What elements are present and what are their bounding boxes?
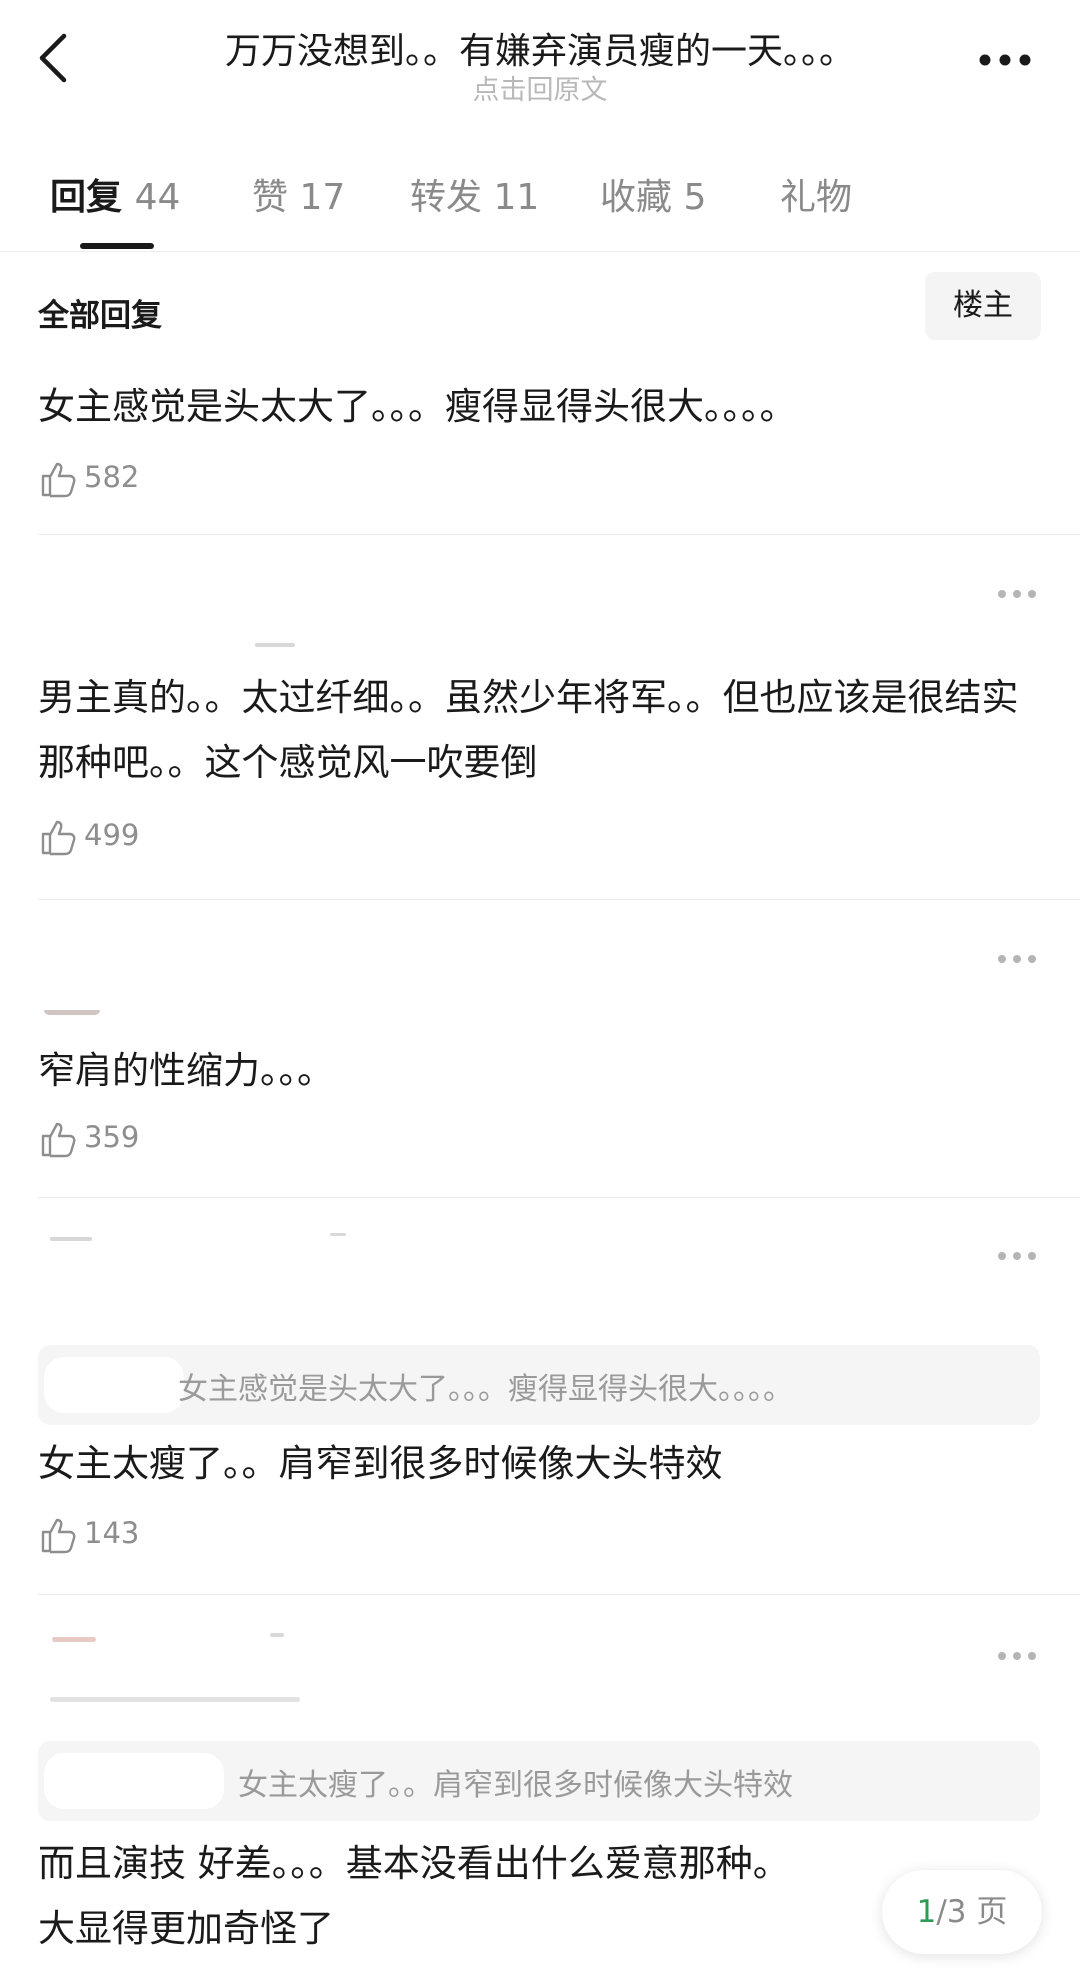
- thumbs-up-icon: [41, 1122, 76, 1158]
- comment-more-button[interactable]: [998, 952, 1038, 966]
- comment-divider: [38, 1594, 1080, 1595]
- page-indicator[interactable]: 1/3 页: [882, 1870, 1042, 1954]
- tab-reposts-label: 转发: [410, 177, 483, 218]
- comment-text: 女主太瘦了。。肩窄到很多时候像大头特效: [38, 1442, 723, 1485]
- current-page: 1: [916, 1894, 937, 1930]
- tab-likes-label: 赞: [252, 177, 289, 218]
- tab-favorites-label: 收藏: [600, 177, 673, 218]
- tab-bar: 回复 44 赞 17 转发 11 收藏 5 礼物: [0, 160, 1080, 252]
- blurred-username: [255, 643, 295, 647]
- back-to-original-link[interactable]: 点击回原文: [380, 68, 700, 107]
- tab-reposts-count: 11: [493, 177, 540, 218]
- more-icon: [979, 54, 1031, 66]
- blurred-username: [270, 1633, 284, 1637]
- thumbs-up-icon: [41, 462, 76, 498]
- comment-text-line: 而且演技 好差。。。基本没看出什么爱意那种。: [38, 1842, 790, 1885]
- all-replies-label: 全部回复: [38, 298, 162, 334]
- tab-reposts[interactable]: 转发 11: [410, 168, 539, 220]
- tab-replies-count: 44: [134, 177, 181, 218]
- tab-gifts[interactable]: 礼物: [780, 168, 852, 220]
- comment-more-button[interactable]: [998, 1649, 1038, 1663]
- blurred-quote-author: [44, 1357, 184, 1413]
- comment-item: 窄肩的性缩力。。。 359: [0, 900, 1080, 1198]
- back-arrow-icon: [39, 33, 67, 83]
- reply-filter-bar: 全部回复 楼主: [0, 272, 1080, 344]
- comment-text: 窄肩的性缩力。。。: [38, 1049, 334, 1092]
- top-bar: 万万没想到。。有嫌弃演员瘦的一天。。。 点击回原文: [0, 0, 1080, 120]
- quoted-text: 女主太瘦了。。肩窄到很多时候像大头特效: [238, 1768, 793, 1803]
- active-tab-indicator: [80, 243, 154, 249]
- back-button[interactable]: [34, 30, 84, 90]
- like-count: 582: [84, 460, 140, 494]
- comment-item: 男主真的。。太过纤细。。虽然少年将军。。但也应该是很结实那种吧。。这个感觉风一吹…: [0, 535, 1080, 900]
- quoted-reply[interactable]: 女主太瘦了。。肩窄到很多时候像大头特效: [38, 1741, 1040, 1821]
- tab-gifts-label: 礼物: [780, 177, 853, 218]
- thumbs-up-icon: [41, 820, 76, 856]
- more-button[interactable]: [975, 45, 1035, 75]
- quoted-reply[interactable]: 女主感觉是头太大了。。。瘦得显得头很大。。。。: [38, 1345, 1040, 1425]
- comment-more-button[interactable]: [998, 1249, 1038, 1263]
- comment-more-button[interactable]: [998, 587, 1038, 601]
- blurred-avatar: [52, 1637, 96, 1642]
- like-count: 143: [84, 1516, 140, 1550]
- comment-text-line: 大显得更加奇怪了: [38, 1907, 334, 1950]
- comment-text: 而且演技 好差。。。基本没看出什么爱意那种。 大显得更加奇怪了: [38, 1831, 1028, 1961]
- tab-favorites-count: 5: [683, 177, 707, 218]
- blurred-quote-author: [44, 1753, 224, 1809]
- comment-item: 女主感觉是头太大了。。。瘦得显得头很大。。。。 582: [0, 370, 1080, 535]
- tab-favorites[interactable]: 收藏 5: [600, 168, 706, 220]
- thumbs-up-icon: [41, 1518, 76, 1554]
- comment-text: 男主真的。。太过纤细。。虽然少年将军。。但也应该是很结实那种吧。。这个感觉风一吹…: [38, 676, 1019, 784]
- tab-likes-count: 17: [299, 177, 346, 218]
- blurred-meta: [50, 1697, 300, 1702]
- comment-item: 女主感觉是头太大了。。。瘦得显得头很大。。。。 女主太瘦了。。肩窄到很多时候像大…: [0, 1197, 1080, 1597]
- tab-replies[interactable]: 回复 44: [50, 168, 180, 220]
- blurred-avatar: [44, 1010, 100, 1015]
- like-count: 359: [84, 1120, 140, 1154]
- op-only-button[interactable]: 楼主: [925, 272, 1041, 340]
- tab-likes[interactable]: 赞 17: [252, 168, 345, 220]
- tab-replies-label: 回复: [50, 177, 123, 218]
- blurred-username: [50, 1237, 92, 1241]
- comment-text: 女主感觉是头太大了。。。瘦得显得头很大。。。。: [38, 385, 797, 428]
- like-count: 499: [84, 818, 140, 852]
- quoted-text: 女主感觉是头太大了。。。瘦得显得头很大。。。。: [178, 1372, 793, 1407]
- total-pages: /3 页: [936, 1894, 1008, 1930]
- post-title: 万万没想到。。有嫌弃演员瘦的一天。。。: [224, 31, 855, 72]
- blurred-username: [330, 1233, 346, 1236]
